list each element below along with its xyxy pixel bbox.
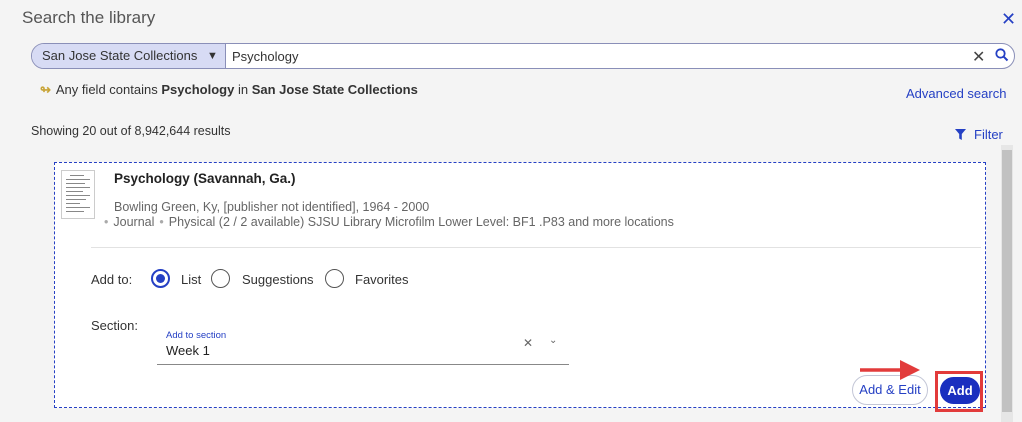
radio-list[interactable] <box>151 269 170 288</box>
record-availability: Physical (2 / 2 available) SJSU Library … <box>168 215 674 229</box>
section-value: Week 1 <box>166 343 210 358</box>
redirect-arrow-icon: ↬ <box>40 82 51 97</box>
radio-suggestions[interactable] <box>211 269 230 288</box>
scope-label: San Jose State Collections <box>42 48 198 63</box>
record-title[interactable]: Psychology (Savannah, Ga.) <box>114 171 296 186</box>
scope-dropdown[interactable]: San Jose State Collections ▼ <box>32 44 226 68</box>
record-meta: • Journal • Physical (2 / 2 available) SJSU… <box>104 215 674 229</box>
filter-button[interactable]: Filter <box>955 127 1003 142</box>
clear-section-icon[interactable]: ✕ <box>523 336 533 350</box>
add-to-label: Add to: <box>91 272 133 287</box>
chevron-down-icon[interactable]: ⌄ <box>549 335 557 346</box>
filter-icon <box>955 129 966 140</box>
summary-collection: San Jose State Collections <box>251 82 418 97</box>
dialog-title: Search the library <box>22 8 156 27</box>
summary-term: Psychology <box>161 82 235 97</box>
section-float-label: Add to section <box>166 330 227 341</box>
query-summary: ↬ Any field contains Psychology in San J… <box>40 82 418 98</box>
advanced-search-link[interactable]: Advanced search <box>906 86 1006 101</box>
chevron-down-icon: ▼ <box>207 50 218 62</box>
record-publication: Bowling Green, Ky, [publisher not identi… <box>114 200 430 214</box>
record-type: Journal <box>113 215 155 229</box>
radio-suggestions-label[interactable]: Suggestions <box>242 272 314 287</box>
pointer-arrow-icon <box>860 360 920 380</box>
record-card[interactable]: Psychology (Savannah, Ga.) Bowling Green… <box>54 162 986 408</box>
close-icon[interactable]: ✕ <box>1001 9 1016 29</box>
meta-separator: • <box>104 215 109 229</box>
divider <box>91 247 981 248</box>
search-bar: San Jose State Collections ▼ ✕ <box>31 43 1015 69</box>
section-select[interactable]: Add to section Week 1 ✕ ⌄ <box>157 327 569 365</box>
highlight-box <box>935 371 983 412</box>
filter-label: Filter <box>974 127 1003 142</box>
radio-list-label[interactable]: List <box>181 272 201 287</box>
summary-prefix: Any field contains <box>55 82 158 97</box>
scrollbar-thumb[interactable] <box>1002 150 1012 412</box>
results-count: Showing 20 out of 8,942,644 results <box>31 124 231 138</box>
clear-icon[interactable]: ✕ <box>972 47 985 67</box>
record-thumbnail <box>61 170 95 219</box>
radio-favorites[interactable] <box>325 269 344 288</box>
summary-in: in <box>237 82 249 97</box>
scrollbar[interactable] <box>1001 145 1013 422</box>
search-icon[interactable] <box>995 48 1009 67</box>
radio-favorites-label[interactable]: Favorites <box>355 272 408 287</box>
section-label: Section: <box>91 318 138 333</box>
meta-separator: • <box>159 215 164 229</box>
search-input[interactable] <box>232 44 962 68</box>
